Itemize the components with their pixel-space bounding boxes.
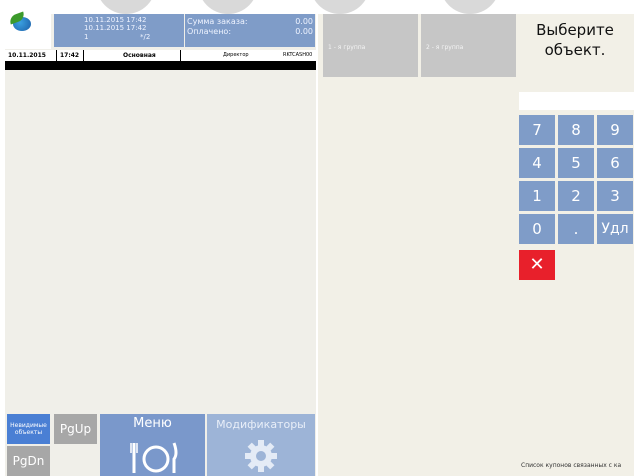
key-7[interactable]: 7 [519, 115, 555, 145]
order-info-box: 10.11.2015 17:42 10.11.2015 17:42 1 */2 [54, 14, 184, 47]
info-time: 17:42 [60, 52, 80, 59]
paid-label: Оплачено: [187, 27, 232, 36]
key-8[interactable]: 8 [558, 115, 594, 145]
key-4[interactable]: 4 [519, 148, 555, 178]
pgdn-button[interactable]: PgDn [7, 446, 50, 476]
hidden-objects-label-1: Невидимые [10, 422, 47, 429]
coupons-list-label: Список купонов связанных с ка [521, 462, 622, 469]
gear-icon [245, 440, 277, 472]
order-datetime-1: 10.11.2015 17:42 [84, 16, 147, 24]
key-5[interactable]: 5 [558, 148, 594, 178]
key-0[interactable]: 0 [519, 214, 555, 244]
decor-circle [440, 0, 500, 14]
info-bar: 10.11.2015 17:42 Основная Директор RKTCA… [5, 50, 316, 61]
info-role: Директор [223, 52, 249, 58]
menu-button[interactable]: Меню [100, 414, 205, 476]
menu-label: Меню [133, 416, 172, 431]
app-logo-icon [5, 11, 51, 49]
number-input[interactable] [519, 92, 634, 110]
hidden-objects-button[interactable]: Невидимые объекты [7, 414, 50, 444]
order-panel [5, 14, 316, 476]
order-number: 1 [84, 33, 89, 41]
sum-value: 0.00 [295, 17, 313, 26]
key-9[interactable]: 9 [597, 115, 633, 145]
sum-label: Сумма заказа: [187, 17, 248, 26]
order-datetime-2: 10.11.2015 17:42 [84, 24, 147, 32]
decor-circle [198, 0, 258, 14]
key-6[interactable]: 6 [597, 148, 633, 178]
keypad-panel [516, 14, 634, 476]
modifiers-label: Модификаторы [216, 418, 306, 431]
plate-fork-icon [130, 442, 178, 473]
decor-circle [96, 0, 156, 14]
info-station: RKTCASH00 [283, 52, 313, 58]
group-label: 1 - я группа [328, 44, 366, 51]
paid-value: 0.00 [295, 27, 313, 36]
prompt-line-1: Выберите [536, 21, 614, 39]
group-label: 2 - я группа [426, 44, 464, 51]
groups-panel [318, 14, 516, 476]
key-dot[interactable]: . [558, 214, 594, 244]
prompt-line-2: объект. [544, 41, 606, 59]
order-guests: */2 [140, 33, 151, 41]
prompt-text: Выберите объект. [516, 20, 634, 60]
group-button[interactable]: 2 - я группа [421, 14, 516, 77]
clear-button[interactable]: ✕ [519, 250, 555, 280]
modifiers-button[interactable]: Модификаторы [207, 414, 315, 476]
group-button[interactable]: 1 - я группа [323, 14, 418, 77]
decor-circle [310, 0, 370, 14]
order-sum-box: Сумма заказа: 0.00 Оплачено: 0.00 [185, 14, 315, 47]
info-hall: Основная [123, 52, 156, 59]
key-2[interactable]: 2 [558, 181, 594, 211]
hidden-objects-label-2: объекты [14, 429, 43, 436]
key-3[interactable]: 3 [597, 181, 633, 211]
key-delete[interactable]: Удл [597, 214, 633, 244]
order-header-bar [5, 61, 316, 70]
key-1[interactable]: 1 [519, 181, 555, 211]
pgup-button[interactable]: PgUp [54, 414, 97, 444]
info-date: 10.11.2015 [8, 52, 46, 59]
top-band [0, 0, 634, 14]
